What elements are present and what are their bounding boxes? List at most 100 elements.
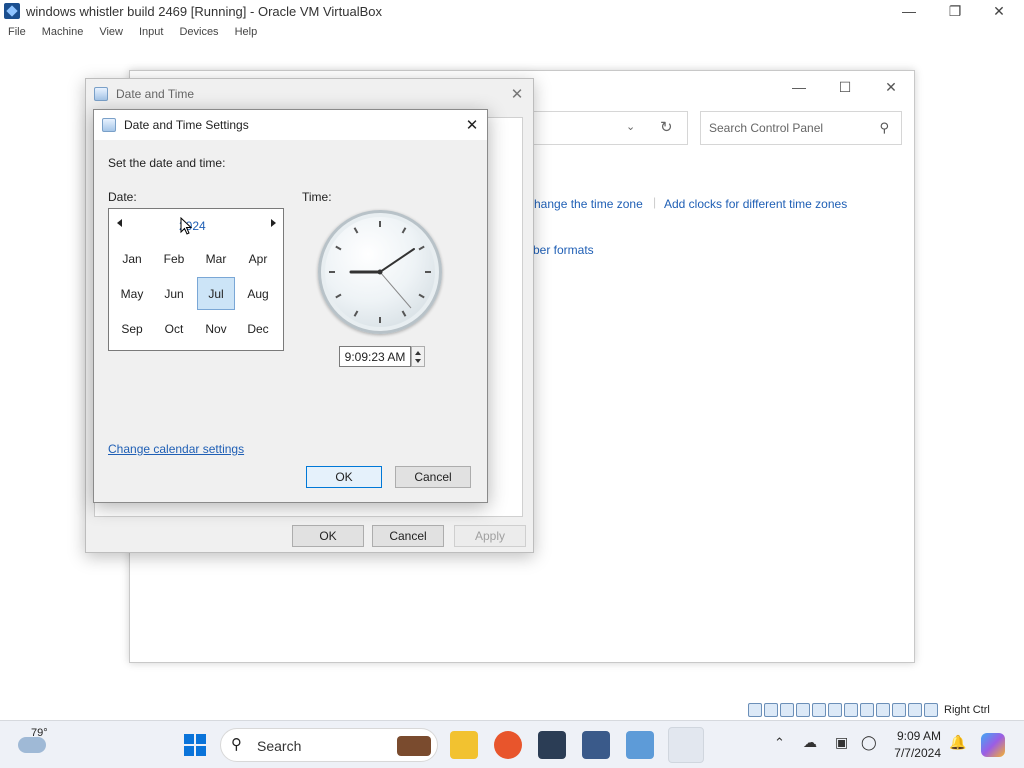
windows-start-icon[interactable]: [183, 733, 207, 757]
date-time-title-bar: Date and Time: [86, 79, 533, 109]
settings-clock-icon: [102, 118, 116, 132]
cp-search-placeholder: Search Control Panel: [709, 121, 824, 135]
taskbar: 79° ⚲ Search ⌃ ☁ ▣ ◯ 9:09 AM 7/7/2024 🔔: [0, 720, 1024, 768]
weather-cloud-icon[interactable]: [18, 737, 46, 753]
settings-close-button[interactable]: ✕: [457, 112, 487, 138]
taskbar-date[interactable]: 7/7/2024: [893, 746, 941, 760]
app-cube-icon[interactable]: [538, 731, 566, 759]
settings-title-bar: Date and Time Settings: [94, 110, 487, 140]
audio-status-icon[interactable]: [796, 703, 810, 717]
menu-machine[interactable]: Machine: [42, 26, 84, 38]
dt-apply-button[interactable]: Apply: [454, 525, 526, 547]
menu-input[interactable]: Input: [139, 26, 163, 38]
month-mar[interactable]: Mar: [197, 243, 235, 275]
network-status-icon[interactable]: [812, 703, 826, 717]
network-icon[interactable]: ◯: [861, 734, 877, 751]
link-number-formats[interactable]: ber formats: [533, 243, 594, 257]
date-time-title: Date and Time: [116, 87, 195, 101]
spin-down-icon[interactable]: [415, 359, 421, 363]
date-label: Date:: [108, 190, 137, 204]
host-key-label: Right Ctrl: [944, 704, 990, 716]
cp-close-button[interactable]: ✕: [868, 75, 914, 99]
restore-button[interactable]: ❐: [932, 0, 978, 22]
remote-desktop-icon[interactable]: [626, 731, 654, 759]
month-jan[interactable]: Jan: [113, 243, 151, 275]
date-time-settings-dialog: Date and Time Settings ✕ Set the date an…: [93, 109, 488, 503]
keyboard-capture-icon[interactable]: [924, 703, 938, 717]
mouse-integration-icon[interactable]: [908, 703, 922, 717]
month-aug[interactable]: Aug: [239, 278, 277, 310]
menu-file[interactable]: File: [8, 26, 26, 38]
prev-year-icon[interactable]: [117, 219, 122, 227]
vbox-menu-bar: File Machine View Input Devices Help: [0, 22, 1024, 42]
minimize-button[interactable]: —: [886, 0, 932, 22]
month-jul-selected[interactable]: Jul: [197, 277, 235, 310]
set-date-time-prompt: Set the date and time:: [108, 156, 226, 170]
search-icon[interactable]: ⚲: [879, 120, 889, 136]
firefox-icon[interactable]: [494, 731, 522, 759]
menu-devices[interactable]: Devices: [179, 26, 218, 38]
vt-status-icon[interactable]: [892, 703, 906, 717]
menu-help[interactable]: Help: [235, 26, 258, 38]
dt-cancel-button[interactable]: Cancel: [372, 525, 444, 547]
taskbar-search-box[interactable]: ⚲ Search: [220, 728, 438, 762]
cloud-offline-icon[interactable]: ☁: [803, 734, 817, 751]
cp-minimize-button[interactable]: —: [776, 75, 822, 99]
hdd-status-icon[interactable]: [748, 703, 762, 717]
optical-status-icon[interactable]: [764, 703, 778, 717]
search-highlight-icon: [397, 736, 431, 756]
virtualbox-xp-icon[interactable]: [582, 731, 610, 759]
month-may[interactable]: May: [113, 278, 151, 310]
clock-face-icon: [329, 221, 431, 323]
calendar: 2024 Jan Feb Mar Apr May Jun Jul Aug Sep…: [108, 208, 284, 351]
settings-ok-button[interactable]: OK: [306, 466, 382, 488]
mouse-cursor-icon: [180, 217, 192, 235]
notification-bell-icon[interactable]: 🔔: [949, 734, 966, 751]
shared-folder-status-icon[interactable]: [844, 703, 858, 717]
date-time-close-button[interactable]: ✕: [502, 81, 532, 107]
time-spinner[interactable]: [411, 346, 425, 367]
taskbar-time[interactable]: 9:09 AM: [893, 729, 941, 743]
next-year-icon[interactable]: [271, 219, 276, 227]
recording-status-icon[interactable]: [876, 703, 890, 717]
link-change-time-zone[interactable]: hange the time zone: [534, 197, 643, 211]
link-add-clocks[interactable]: Add clocks for different time zones: [664, 197, 847, 211]
menu-view[interactable]: View: [99, 26, 123, 38]
cp-search-input[interactable]: Search Control Panel ⚲: [700, 111, 902, 145]
copilot-icon[interactable]: [981, 733, 1005, 757]
cp-maximize-button[interactable]: ☐: [822, 75, 868, 99]
cp-address-bar[interactable]: ⌄ ↻: [533, 111, 688, 145]
month-apr[interactable]: Apr: [239, 243, 277, 275]
settings-title: Date and Time Settings: [124, 118, 249, 132]
chevron-up-icon[interactable]: ⌃: [774, 735, 785, 751]
change-calendar-settings-link[interactable]: Change calendar settings: [108, 442, 244, 456]
link-separator: |: [653, 195, 657, 209]
vbox-title-bar: windows whistler build 2469 [Running] - …: [0, 0, 1024, 22]
vbox-status-bar: Right Ctrl: [748, 700, 1024, 720]
refresh-icon[interactable]: ↻: [660, 118, 673, 136]
virtualbox-logo-icon: [4, 3, 20, 19]
settings-cancel-button[interactable]: Cancel: [395, 466, 471, 488]
vbox-window-title: windows whistler build 2469 [Running] - …: [26, 3, 382, 19]
month-jun[interactable]: Jun: [155, 278, 193, 310]
month-sep[interactable]: Sep: [113, 313, 151, 345]
chevron-down-icon[interactable]: ⌄: [626, 120, 635, 133]
display-icon[interactable]: ▣: [835, 734, 848, 751]
month-feb[interactable]: Feb: [155, 243, 193, 275]
file-explorer-icon[interactable]: [450, 731, 478, 759]
usb-status-icon[interactable]: [828, 703, 842, 717]
month-oct[interactable]: Oct: [155, 313, 193, 345]
display-status-icon[interactable]: [860, 703, 874, 717]
spin-up-icon[interactable]: [415, 351, 421, 355]
month-dec[interactable]: Dec: [239, 313, 277, 345]
search-icon: ⚲: [231, 736, 242, 753]
time-label: Time:: [302, 190, 332, 204]
close-button[interactable]: ✕: [976, 0, 1022, 22]
analog-clock: [318, 210, 442, 334]
time-input[interactable]: 9:09:23 AM: [339, 346, 411, 367]
dt-ok-button[interactable]: OK: [292, 525, 364, 547]
month-nov[interactable]: Nov: [197, 313, 235, 345]
weather-temp[interactable]: 79°: [31, 727, 48, 739]
date-time-taskbar-icon[interactable]: [668, 727, 704, 763]
floppy-status-icon[interactable]: [780, 703, 794, 717]
